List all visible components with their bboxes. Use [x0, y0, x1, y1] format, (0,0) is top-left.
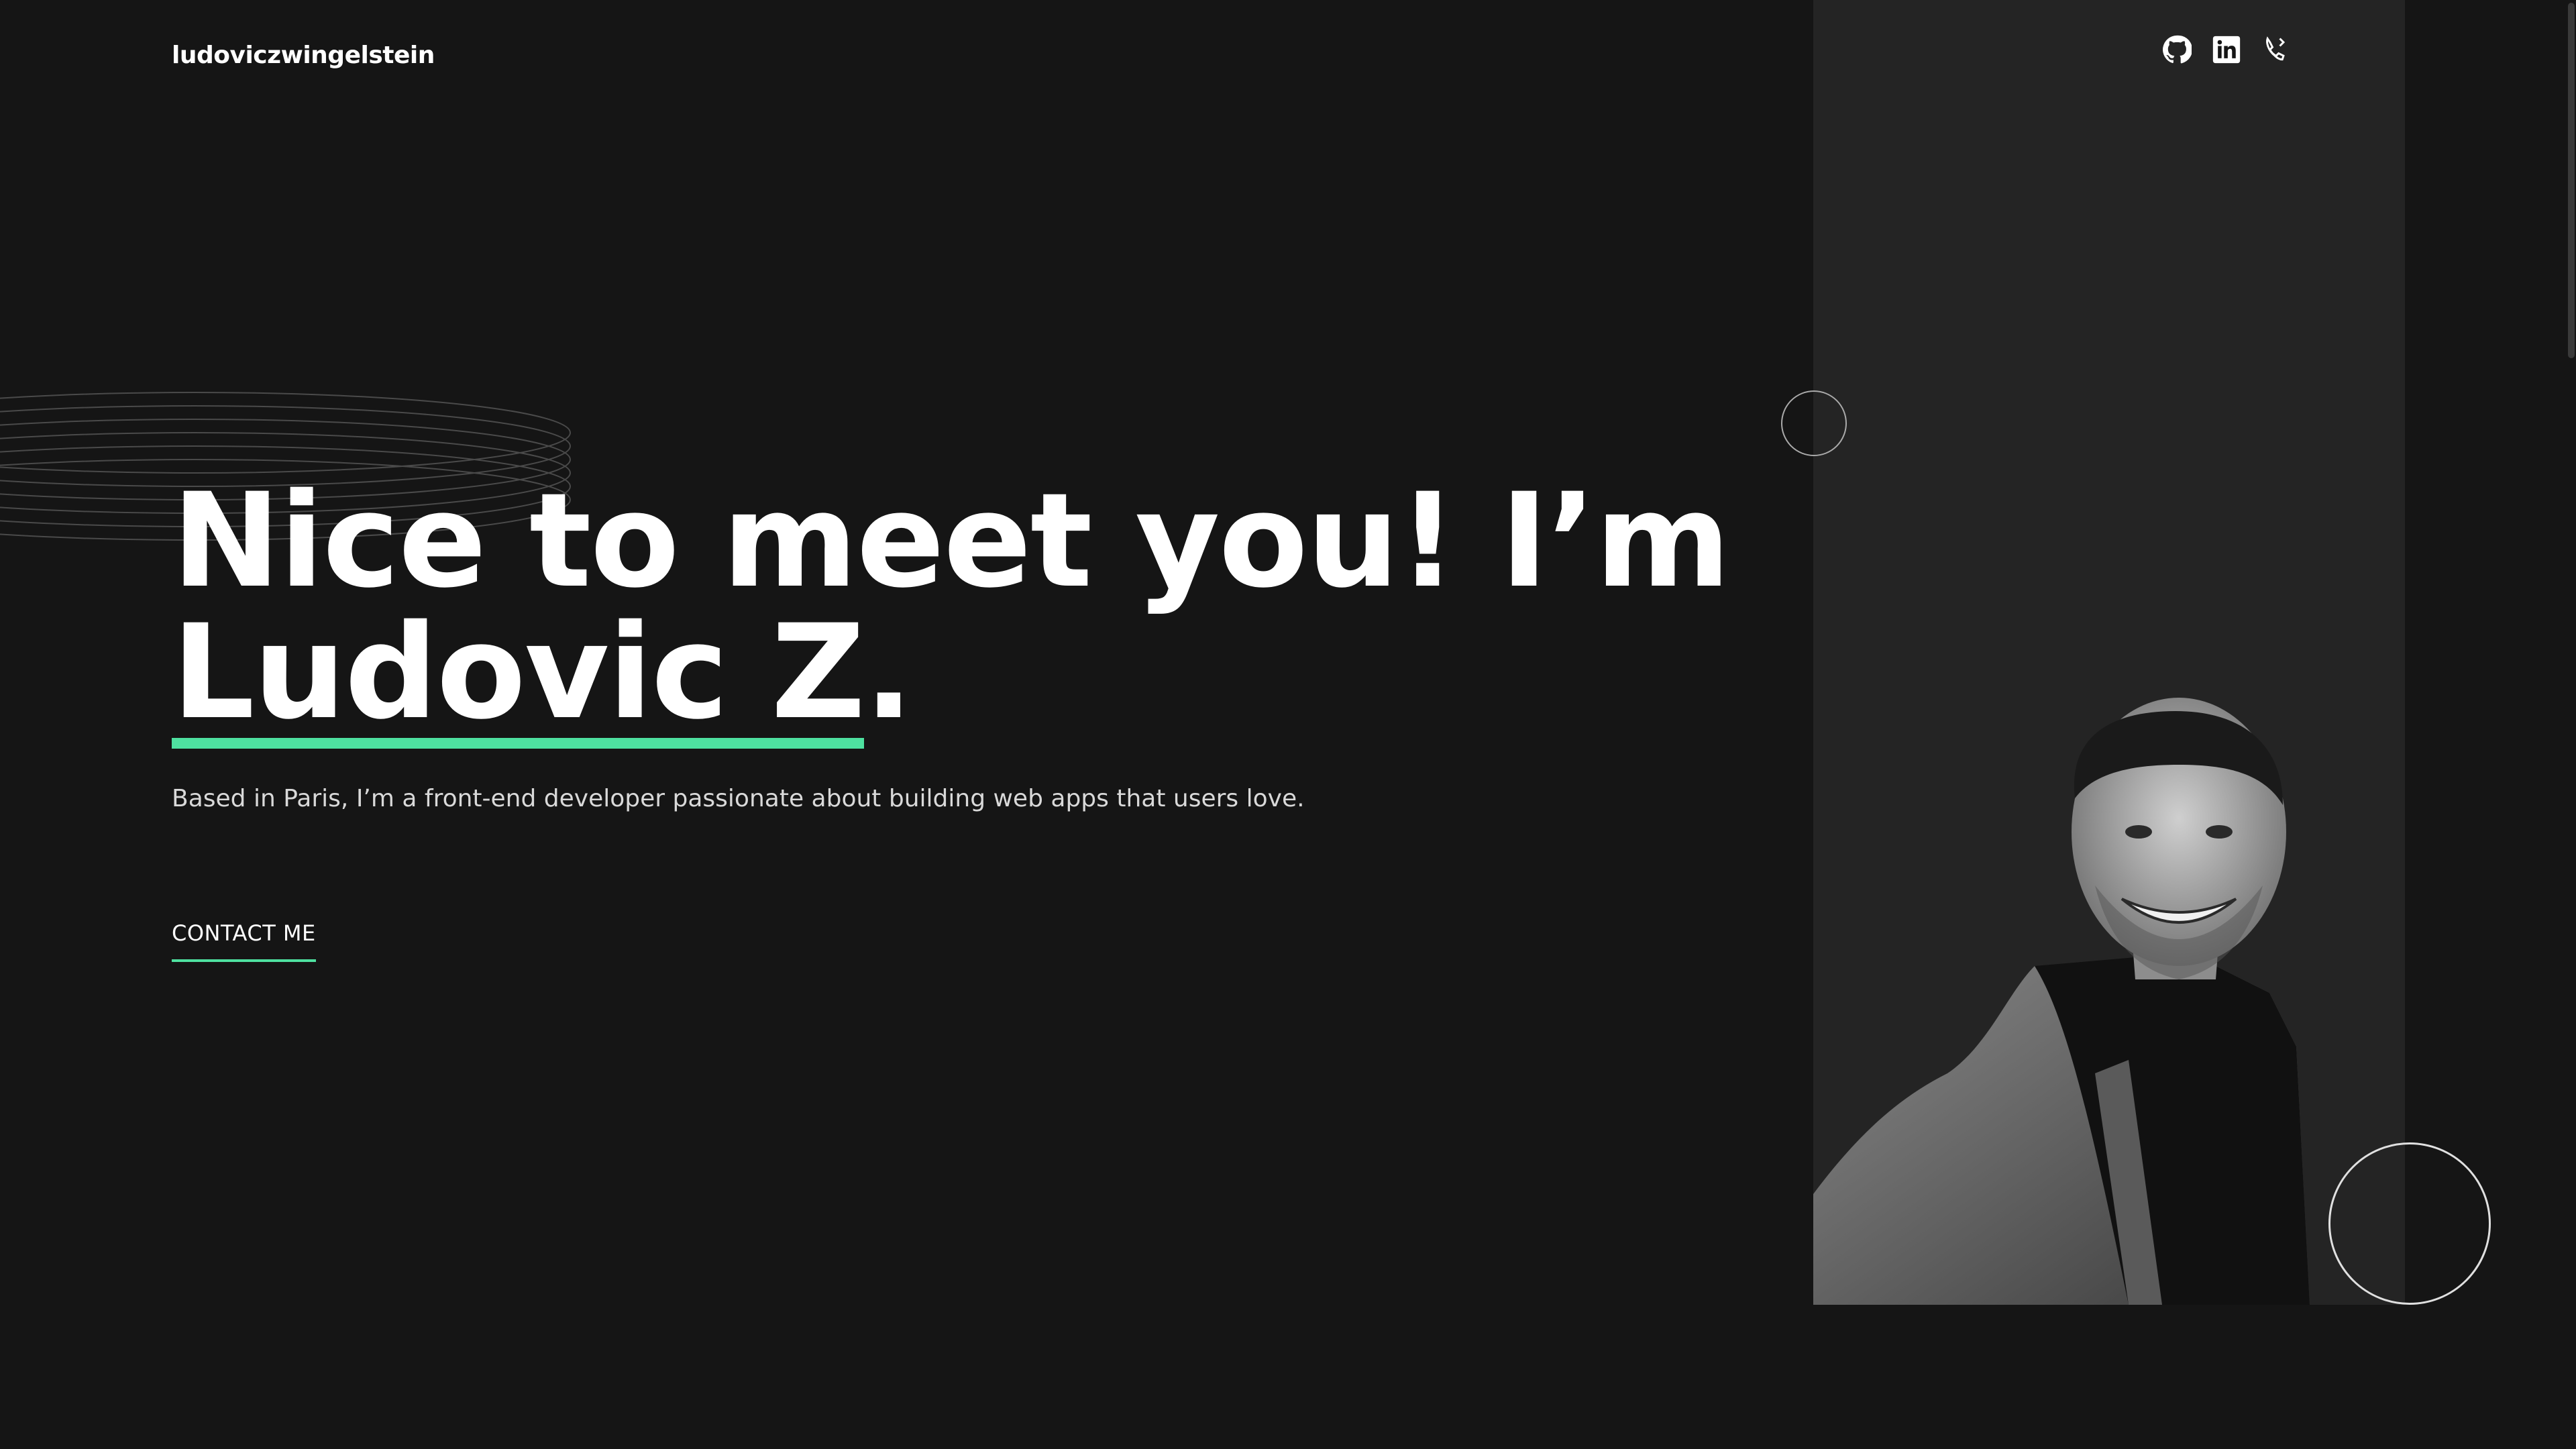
decorative-circle-large [2328, 1142, 2491, 1305]
site-logo[interactable]: ludoviczwingelstein [172, 42, 435, 69]
github-icon[interactable] [2162, 35, 2193, 64]
headline-name: Ludovic Z [172, 596, 865, 749]
decorative-circle-small [1781, 390, 1847, 456]
headline-line-1: Nice to meet you! I’m [172, 465, 1731, 616]
phone-icon[interactable] [2261, 35, 2291, 64]
linkedin-icon[interactable] [2212, 35, 2241, 64]
hero-headline: Nice to meet you! I’m Ludovic Z. [172, 475, 1731, 749]
profile-photo [1813, 698, 2310, 1305]
profile-photo-panel [1813, 0, 2405, 1305]
social-links [2162, 35, 2291, 64]
page-scrollbar[interactable] [2565, 0, 2576, 1449]
hero-tagline: Based in Paris, I’m a front-end develope… [172, 785, 1305, 812]
portfolio-page: ludoviczwingelstein Nice to meet you! I’… [0, 0, 2576, 1449]
scrollbar-thumb[interactable] [2568, 3, 2575, 358]
contact-me-button[interactable]: CONTACT ME [172, 920, 316, 962]
headline-period: . [864, 596, 914, 748]
